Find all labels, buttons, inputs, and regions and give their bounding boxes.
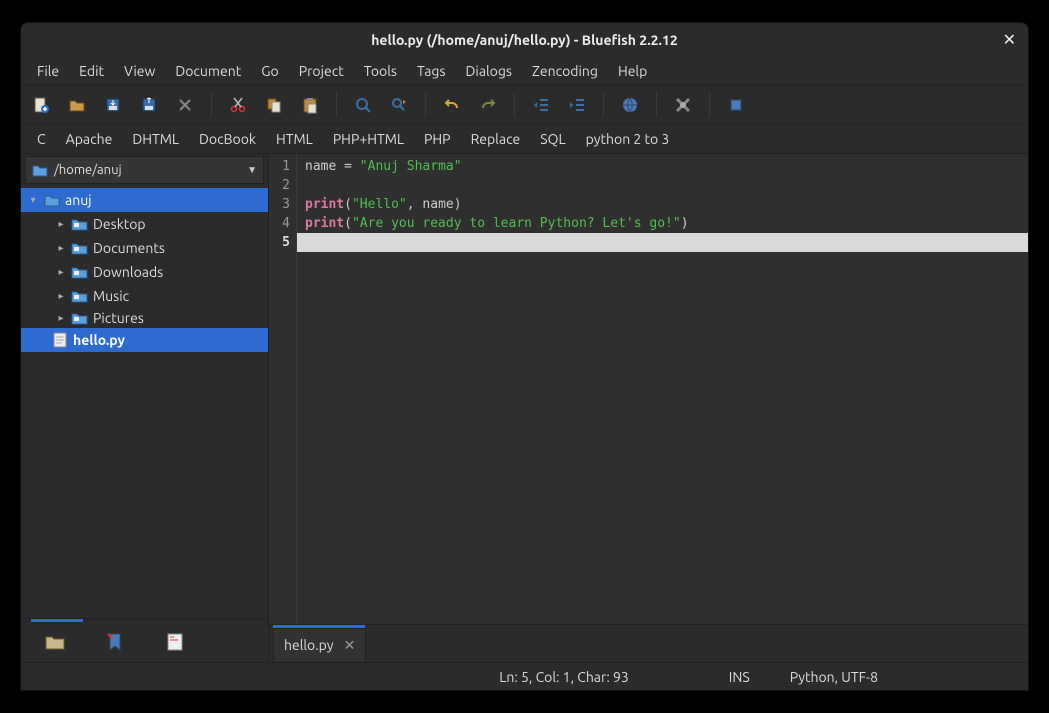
toolbar <box>21 86 1028 124</box>
save-as-icon[interactable] <box>135 91 163 119</box>
folder-icon <box>71 264 89 280</box>
new-file-icon[interactable] <box>27 91 55 119</box>
chevron-down-icon: ▼ <box>247 164 257 176</box>
file-tree: ▾ anuj ▸ Desktop ▸ Documents ▸ Downloads ▸ Musi… <box>21 186 268 618</box>
expand-icon[interactable]: ▸ <box>55 312 67 324</box>
tree-label: Music <box>93 288 129 304</box>
lang-replace[interactable]: Replace <box>461 127 531 151</box>
path-label: /home/anuj <box>54 163 241 177</box>
redo-icon[interactable] <box>474 91 502 119</box>
filebrowser-tab-icon[interactable] <box>43 630 67 654</box>
open-folder-icon[interactable] <box>63 91 91 119</box>
bookmarks-tab-icon[interactable] <box>103 630 127 654</box>
path-selector[interactable]: /home/anuj ▼ <box>25 156 264 184</box>
folder-icon <box>32 163 48 177</box>
find-icon[interactable] <box>349 91 377 119</box>
menu-view[interactable]: View <box>114 59 165 83</box>
menu-edit[interactable]: Edit <box>69 59 114 83</box>
menubar: FileEditViewDocumentGoProjectToolsTagsDi… <box>21 56 1028 86</box>
tree-root[interactable]: ▾ anuj <box>21 188 268 212</box>
snippets-tab-icon[interactable] <box>163 630 187 654</box>
cursor-position: Ln: 5, Col: 1, Char: 93 <box>489 669 639 685</box>
editor-area: 12345 name = "Anuj Sharma"print("Hello",… <box>269 154 1028 662</box>
menu-document[interactable]: Document <box>165 59 251 83</box>
close-file-icon[interactable] <box>171 91 199 119</box>
preferences-icon[interactable] <box>669 91 697 119</box>
paste-icon[interactable] <box>296 91 324 119</box>
tree-label: anuj <box>65 192 92 208</box>
expand-icon[interactable]: ▸ <box>55 266 67 278</box>
close-icon[interactable]: ✕ <box>1003 30 1016 49</box>
tree-label: Desktop <box>93 216 146 232</box>
lang-php[interactable]: PHP <box>414 127 461 151</box>
document-tabs: hello.py ✕ <box>269 624 1028 662</box>
tree-file-selected[interactable]: hello.py <box>21 328 268 352</box>
tree-folder[interactable]: ▸ Documents <box>21 236 268 260</box>
lang-apache[interactable]: Apache <box>56 127 123 151</box>
tree-file-label: hello.py <box>73 332 125 348</box>
sidebar-tabs <box>21 618 268 662</box>
collapse-icon[interactable]: ▾ <box>27 194 39 206</box>
tree-label: Documents <box>93 240 165 256</box>
browser-preview-icon[interactable] <box>616 91 644 119</box>
encoding-label[interactable]: Python, UTF-8 <box>780 669 888 685</box>
line-gutter: 12345 <box>269 154 297 624</box>
lang-php-html[interactable]: PHP+HTML <box>323 127 414 151</box>
menu-zencoding[interactable]: Zencoding <box>522 59 608 83</box>
unindent-icon[interactable] <box>527 91 555 119</box>
folder-icon <box>71 216 89 232</box>
code-area[interactable]: name = "Anuj Sharma"print("Hello", name)… <box>297 154 1028 624</box>
tree-label: Downloads <box>93 264 163 280</box>
undo-icon[interactable] <box>438 91 466 119</box>
lang-sql[interactable]: SQL <box>530 127 575 151</box>
statusbar: Ln: 5, Col: 1, Char: 93 INS Python, UTF-… <box>21 662 1028 690</box>
titlebar: hello.py (/home/anuj/hello.py) - Bluefis… <box>21 23 1028 56</box>
tree-label: Pictures <box>93 310 144 326</box>
lang-docbook[interactable]: DocBook <box>189 127 266 151</box>
expand-icon[interactable]: ▸ <box>55 290 67 302</box>
find-replace-icon[interactable] <box>385 91 413 119</box>
lang-html[interactable]: HTML <box>266 127 323 151</box>
folder-icon <box>43 192 61 208</box>
expand-icon[interactable]: ▸ <box>55 242 67 254</box>
menu-go[interactable]: Go <box>251 59 288 83</box>
window-title: hello.py (/home/anuj/hello.py) - Bluefis… <box>371 32 678 48</box>
menu-tags[interactable]: Tags <box>407 59 456 83</box>
tree-folder[interactable]: ▸ Desktop <box>21 212 268 236</box>
editor[interactable]: 12345 name = "Anuj Sharma"print("Hello",… <box>269 154 1028 624</box>
indent-icon[interactable] <box>563 91 591 119</box>
close-tab-icon[interactable]: ✕ <box>344 637 356 654</box>
language-bar: CApacheDHTMLDocBookHTMLPHP+HTMLPHPReplac… <box>21 124 1028 154</box>
tab-hello[interactable]: hello.py ✕ <box>273 628 366 661</box>
tree-folder[interactable]: ▸ Music <box>21 284 268 308</box>
menu-help[interactable]: Help <box>608 59 657 83</box>
sidebar: /home/anuj ▼ ▾ anuj ▸ Desktop ▸ Documents ▸ D… <box>21 154 269 662</box>
save-icon[interactable] <box>99 91 127 119</box>
menu-dialogs[interactable]: Dialogs <box>456 59 522 83</box>
menu-tools[interactable]: Tools <box>354 59 407 83</box>
folder-icon <box>71 240 89 256</box>
menu-project[interactable]: Project <box>289 59 354 83</box>
tree-folder[interactable]: ▸ Downloads <box>21 260 268 284</box>
lang-python-2-to-3[interactable]: python 2 to 3 <box>576 127 680 151</box>
lang-c[interactable]: C <box>27 127 56 151</box>
copy-icon[interactable] <box>260 91 288 119</box>
tree-folder[interactable]: ▸ Pictures <box>21 308 268 328</box>
menu-file[interactable]: File <box>27 59 69 83</box>
expand-icon[interactable]: ▸ <box>55 218 67 230</box>
lang-dhtml[interactable]: DHTML <box>122 127 189 151</box>
folder-icon <box>71 288 89 304</box>
main-area: /home/anuj ▼ ▾ anuj ▸ Desktop ▸ Documents ▸ D… <box>21 154 1028 662</box>
insert-mode[interactable]: INS <box>719 669 760 685</box>
tab-label: hello.py <box>284 637 334 653</box>
fullscreen-icon[interactable] <box>722 91 750 119</box>
cut-icon[interactable] <box>224 91 252 119</box>
app-window: hello.py (/home/anuj/hello.py) - Bluefis… <box>20 22 1029 691</box>
file-icon <box>51 332 69 348</box>
folder-icon <box>71 310 89 326</box>
